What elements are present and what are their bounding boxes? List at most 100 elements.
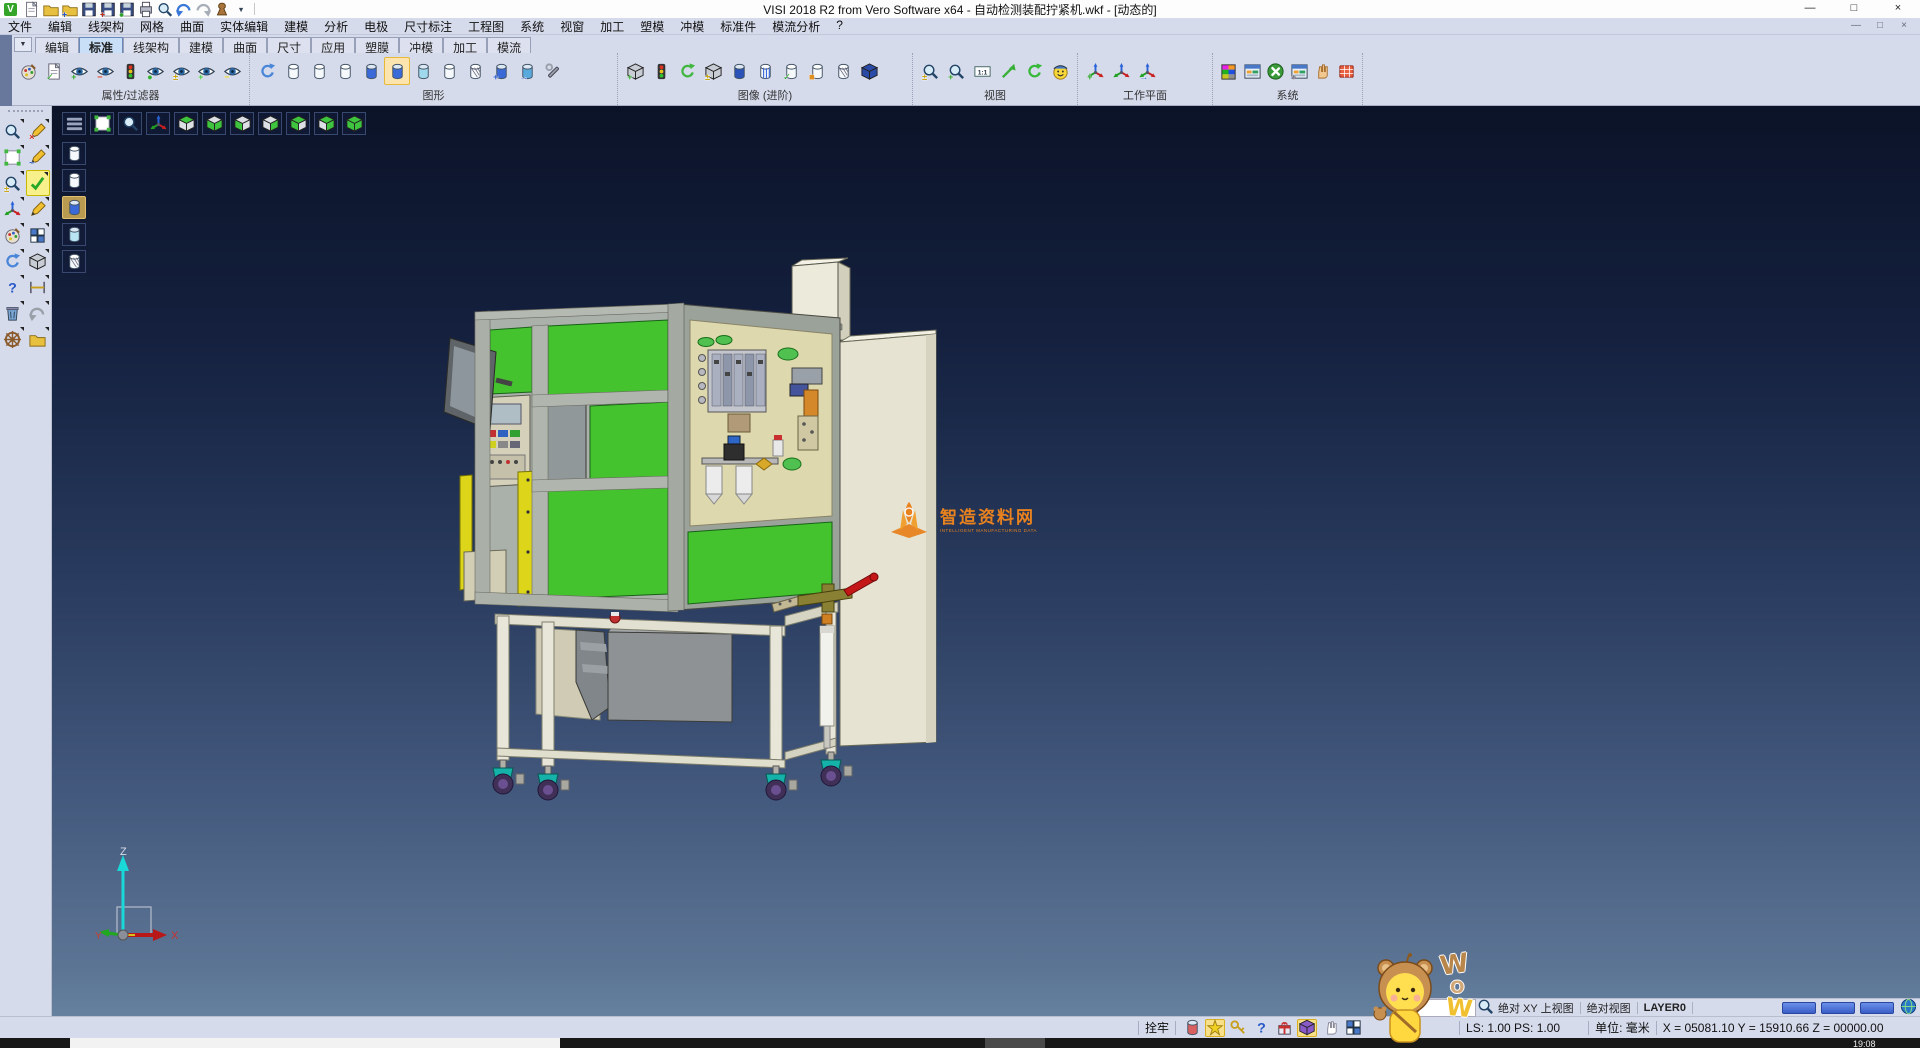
origin-axis-icon[interactable] [146, 112, 170, 135]
striped-view-icon[interactable] [752, 57, 778, 85]
image-filter-icon[interactable] [648, 57, 674, 85]
restore-button[interactable]: □ [1832, 0, 1876, 18]
modify-attributes-icon[interactable] [16, 57, 41, 85]
dynamic-view-icon[interactable] [1, 196, 25, 222]
toolbar-tab[interactable]: 尺寸 [267, 37, 311, 53]
menu-item[interactable]: 线架构 [80, 18, 132, 35]
progress-segment[interactable] [1782, 1002, 1816, 1014]
taskbar-button[interactable] [985, 1038, 1045, 1048]
viewport-3d[interactable]: 智造资料网 INTELLIGENT MANUFACTURING DATA Z X… [52, 106, 1920, 1016]
toolbar-tab[interactable]: 模流 [487, 37, 531, 53]
fit-view-icon[interactable] [1, 144, 25, 170]
copy-attributes-icon[interactable]: ✓ [41, 57, 66, 85]
attributes-icon[interactable] [1, 222, 25, 248]
view-left-icon[interactable] [230, 112, 254, 135]
view-mode-label[interactable]: 绝对视图 [1587, 1000, 1631, 1016]
delete-icon[interactable] [1, 300, 25, 326]
minimize-button[interactable]: — [1788, 0, 1832, 18]
section-view-icon[interactable]: ■ [804, 57, 830, 85]
view-back-icon[interactable] [314, 112, 338, 135]
progress-segment[interactable] [1821, 1002, 1855, 1014]
mdi-minimize-button[interactable]: — [1844, 18, 1868, 35]
toolbar-tab[interactable]: 冲模 [399, 37, 443, 53]
open-part-icon[interactable] [26, 326, 50, 352]
show-add-icon[interactable]: + [67, 57, 92, 85]
refresh-visibility-icon[interactable]: ● [143, 57, 168, 85]
display-wire-icon[interactable] [62, 142, 86, 165]
shaded-edges-cylinder-icon[interactable] [384, 57, 410, 85]
menu-item[interactable]: 模流分析 [764, 18, 828, 35]
view-menu-icon[interactable] [62, 112, 86, 135]
toolbar-tab[interactable]: 应用 [311, 37, 355, 53]
validate-view-icon[interactable]: ✓ [778, 57, 804, 85]
view-top-icon[interactable] [174, 112, 198, 135]
flat-cylinder-icon[interactable] [436, 57, 462, 85]
hide-all-icon[interactable]: − [220, 57, 245, 85]
menu-item[interactable]: ? [828, 18, 851, 35]
snap-package-icon[interactable] [1274, 1019, 1294, 1037]
context-help-icon[interactable]: ? [1251, 1019, 1271, 1037]
snap-hand-icon[interactable] [1311, 57, 1335, 85]
search-icon[interactable] [1476, 997, 1494, 1019]
view-iso-icon[interactable] [342, 112, 366, 135]
refresh-view-icon[interactable] [1021, 57, 1047, 85]
workplane-view-icon[interactable] [1108, 57, 1134, 85]
zoom-dynamic-icon[interactable] [1, 118, 25, 144]
zoom-window-icon[interactable]: ± [1, 170, 25, 196]
window-tools-icon[interactable]: + [1288, 57, 1312, 85]
confirm-icon[interactable] [26, 170, 50, 196]
menu-item[interactable]: 系统 [512, 18, 552, 35]
workplane-create-icon[interactable]: + [1082, 57, 1108, 85]
image-refresh-icon[interactable] [674, 57, 700, 85]
zoom-extents-icon[interactable] [995, 57, 1021, 85]
toolbar-tab[interactable]: 加工 [443, 37, 487, 53]
menu-item[interactable]: 网格 [132, 18, 172, 35]
hide-remove-icon[interactable]: − [92, 57, 117, 85]
toolbar-tab[interactable]: 塑膜 [355, 37, 399, 53]
menu-item[interactable]: 建模 [276, 18, 316, 35]
compare-cylinder-icon[interactable]: + [488, 57, 514, 85]
hatch-cylinder-icon[interactable] [462, 57, 488, 85]
display-ghost-icon[interactable] [62, 169, 86, 192]
snap-solid-icon[interactable] [1297, 1019, 1317, 1037]
view-right-icon[interactable] [258, 112, 282, 135]
menu-item[interactable]: 工程图 [460, 18, 512, 35]
color-table-icon[interactable] [1217, 57, 1241, 85]
show-all-icon[interactable]: + [194, 57, 219, 85]
menu-item[interactable]: 加工 [592, 18, 632, 35]
sketch-icon[interactable] [26, 196, 50, 222]
navy-cube-icon[interactable] [856, 57, 882, 85]
snap-entity-icon[interactable] [1205, 1019, 1225, 1037]
menu-item[interactable]: 标准件 [712, 18, 764, 35]
world-icon[interactable] [1899, 997, 1917, 1019]
wireframe-cylinder-icon[interactable] [280, 57, 306, 85]
toggle-visibility-icon[interactable]: ± [169, 57, 194, 85]
display-transparent-icon[interactable] [62, 223, 86, 246]
dashed-cylinder-icon[interactable] [332, 57, 358, 85]
menu-item[interactable]: 电极 [356, 18, 396, 35]
menu-item[interactable]: 分析 [316, 18, 356, 35]
menu-item[interactable]: 尺寸标注 [396, 18, 460, 35]
system-settings-icon[interactable] [1241, 57, 1265, 85]
regen-view-icon[interactable] [1, 248, 25, 274]
zoom-box-icon[interactable] [118, 112, 142, 135]
toolbar-tab[interactable]: 曲面 [223, 37, 267, 53]
snap-grid-icon[interactable] [1182, 1019, 1202, 1037]
display-tools-icon[interactable] [540, 57, 566, 85]
menu-item[interactable]: 视窗 [552, 18, 592, 35]
configuration-icon[interactable] [1264, 57, 1288, 85]
render-smiley-icon[interactable] [1047, 57, 1073, 85]
menu-item[interactable]: 编辑 [40, 18, 80, 35]
measure-icon[interactable] [26, 274, 50, 300]
toolbar-tab[interactable]: 编辑 [35, 37, 79, 53]
export-cylinder-icon[interactable]: → [514, 57, 540, 85]
solid-view-icon[interactable] [726, 57, 752, 85]
mdi-close-button[interactable]: × [1892, 18, 1916, 35]
regen-icon[interactable] [254, 57, 280, 85]
toolbar-tab[interactable]: 建模 [179, 37, 223, 53]
curve-edit-icon[interactable]: ~ [26, 144, 50, 170]
os-taskbar[interactable]: 19:08 [0, 1038, 1920, 1048]
toolbar-tab[interactable]: 标准 [79, 37, 123, 53]
grid-settings-icon[interactable] [1335, 57, 1359, 85]
menu-item[interactable]: 冲模 [672, 18, 712, 35]
